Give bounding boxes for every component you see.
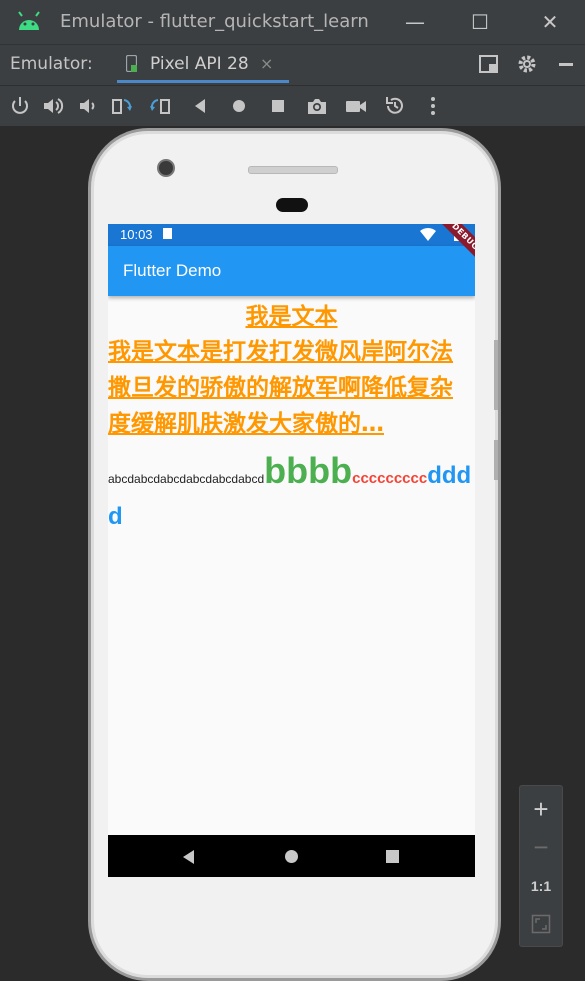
gear-icon[interactable]	[516, 53, 538, 75]
side-button-power[interactable]	[494, 440, 498, 480]
power-icon[interactable]	[8, 94, 32, 118]
tab-pixel-api-28[interactable]: Pixel API 28 ×	[117, 45, 289, 85]
emulator-toolbar	[0, 85, 585, 126]
app-bar-title: Flutter Demo	[123, 261, 222, 280]
back-icon[interactable]	[188, 94, 212, 118]
snapshot-icon[interactable]	[383, 94, 407, 118]
text-long-paragraph: 我是文本是打发打发微风岸阿尔法撒旦发的骄傲的解放军啊降低复杂度缓解肌肤激发大家傲…	[108, 339, 453, 437]
emulator-label: Emulator:	[10, 54, 93, 74]
layout-icon[interactable]	[478, 53, 500, 75]
nav-home-icon[interactable]	[285, 850, 298, 863]
side-button-volume[interactable]	[494, 340, 498, 410]
minimize-button[interactable]: —	[401, 8, 429, 36]
phone-icon	[126, 55, 137, 72]
zoom-1to1-button[interactable]: 1:1	[520, 878, 562, 894]
screenrecord-icon[interactable]	[344, 94, 368, 118]
home-icon[interactable]	[227, 94, 251, 118]
more-icon[interactable]	[421, 94, 445, 118]
rotate-left-icon[interactable]	[110, 94, 134, 118]
device-screen[interactable]: 10:03 Flutter Demo DEBUG 我是文本 我是文本是打发打发微…	[108, 224, 475, 877]
emulator-tab-bar: Emulator: Pixel API 28 ×	[0, 44, 585, 85]
window-title: Emulator - flutter_quickstart_learn	[60, 11, 369, 32]
tab-active-indicator	[117, 80, 289, 83]
android-icon	[18, 11, 40, 30]
volume-down-icon[interactable]	[75, 94, 99, 118]
rich-text-small-span: abcdabcdabcdabcdabcdabcd	[108, 472, 265, 486]
title-bar: Emulator - flutter_quickstart_learn — ☐ …	[0, 0, 585, 44]
screenshot-icon[interactable]	[305, 94, 329, 118]
status-bar: 10:03	[108, 224, 475, 246]
proximity-sensor	[276, 198, 308, 212]
maximize-button[interactable]: ☐	[466, 8, 494, 36]
volume-up-icon[interactable]	[41, 94, 65, 118]
fit-screen-icon[interactable]	[531, 914, 551, 934]
text-centered-title: 我是文本	[245, 304, 338, 330]
wifi-icon	[420, 227, 436, 241]
rotate-right-icon[interactable]	[148, 94, 172, 118]
status-time: 10:03	[120, 227, 153, 242]
nav-recents-icon[interactable]	[386, 850, 399, 863]
zoom-out-button[interactable]: −	[520, 832, 562, 863]
sd-card-icon	[163, 228, 172, 239]
rich-text-green-span: bbbb	[264, 450, 353, 491]
zoom-panel: + − 1:1	[519, 785, 563, 947]
nav-back-icon[interactable]	[183, 850, 194, 864]
close-button[interactable]: ✕	[536, 8, 564, 36]
front-camera	[157, 159, 175, 177]
zoom-in-button[interactable]: +	[520, 794, 562, 825]
tab-label: Pixel API 28	[150, 54, 249, 74]
app-bar: Flutter Demo	[108, 246, 475, 296]
rich-text-red-span: ccccccccc	[352, 470, 428, 487]
page-content: 我是文本 我是文本是打发打发微风岸阿尔法撒旦发的骄傲的解放军啊降低复杂度缓解肌肤…	[108, 300, 475, 539]
minimize-panel-icon[interactable]	[555, 53, 577, 75]
tab-close-icon[interactable]: ×	[260, 54, 273, 73]
earpiece-speaker	[248, 166, 338, 174]
overview-icon[interactable]	[266, 94, 290, 118]
android-nav-bar	[108, 835, 475, 877]
rich-text: abcdabcdabcdabcdabcdabcdbbbbcccccccccddd…	[108, 452, 475, 539]
